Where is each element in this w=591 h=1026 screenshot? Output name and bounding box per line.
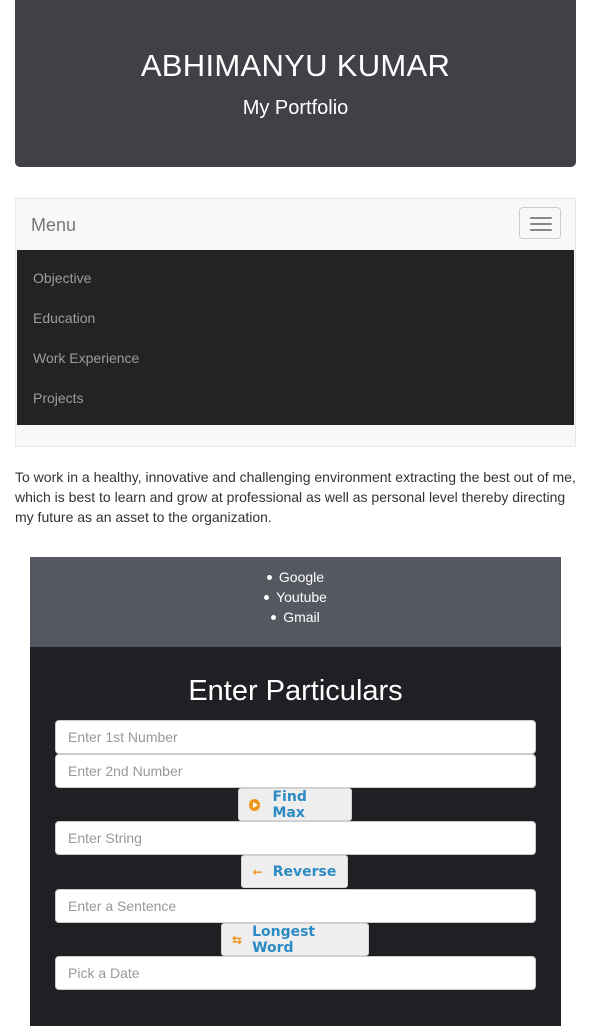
list-item: Gmail [30,607,561,627]
find-max-button[interactable]: Find Max [238,788,352,821]
first-number-input[interactable] [55,720,536,754]
reverse-button[interactable]: ← Reverse [241,855,348,888]
reverse-label: Reverse [272,863,337,880]
hamburger-icon [530,217,552,219]
nav-item-work-experience[interactable]: Work Experience [33,350,139,366]
page-subtitle: My Portfolio [242,97,349,119]
second-number-input[interactable] [55,754,536,788]
links-list: Google Youtube Gmail [30,567,561,627]
bullet-icon [264,594,270,600]
longest-word-button[interactable]: ⇆ Longest Word [221,923,369,956]
link-google[interactable]: Google [279,569,324,585]
swap-arrows-icon: ⇆ [232,932,243,947]
particulars-form: Enter Particulars Find Max ← Reverse ⇆ L… [30,647,561,1026]
longest-word-label: Longest Word [252,923,316,956]
hamburger-icon [530,223,552,225]
objective-text: To work in a healthy, innovative and cha… [15,469,576,525]
find-max-label: Find Max [272,788,307,821]
list-item: Youtube [30,587,561,607]
hamburger-icon [530,229,552,231]
play-circle-icon [249,798,261,811]
nav-item-objective[interactable]: Objective [33,270,91,286]
bullet-icon [266,574,272,580]
form-title: Enter Particulars [188,675,403,707]
navbar-toggle-button[interactable] [519,207,561,239]
navbar-brand[interactable]: Menu [31,215,76,236]
link-youtube[interactable]: Youtube [276,589,327,605]
string-input[interactable] [55,821,536,855]
list-item: Google [30,567,561,587]
bullet-icon [271,614,277,620]
link-gmail[interactable]: Gmail [283,609,320,625]
nav-menu: Objective Education Work Experience Proj… [17,250,574,425]
links-panel: Google Youtube Gmail [30,557,561,647]
date-input[interactable] [55,956,536,990]
nav-item-education[interactable]: Education [33,310,95,326]
portfolio-header: ABHIMANYU KUMAR My Portfolio [15,0,576,167]
sentence-input[interactable] [55,889,536,923]
arrow-left-icon: ← [252,864,263,879]
nav-item-projects[interactable]: Projects [33,390,84,406]
page-title: ABHIMANYU KUMAR [140,48,451,83]
navbar: Menu Objective Education Work Experience… [15,198,576,447]
